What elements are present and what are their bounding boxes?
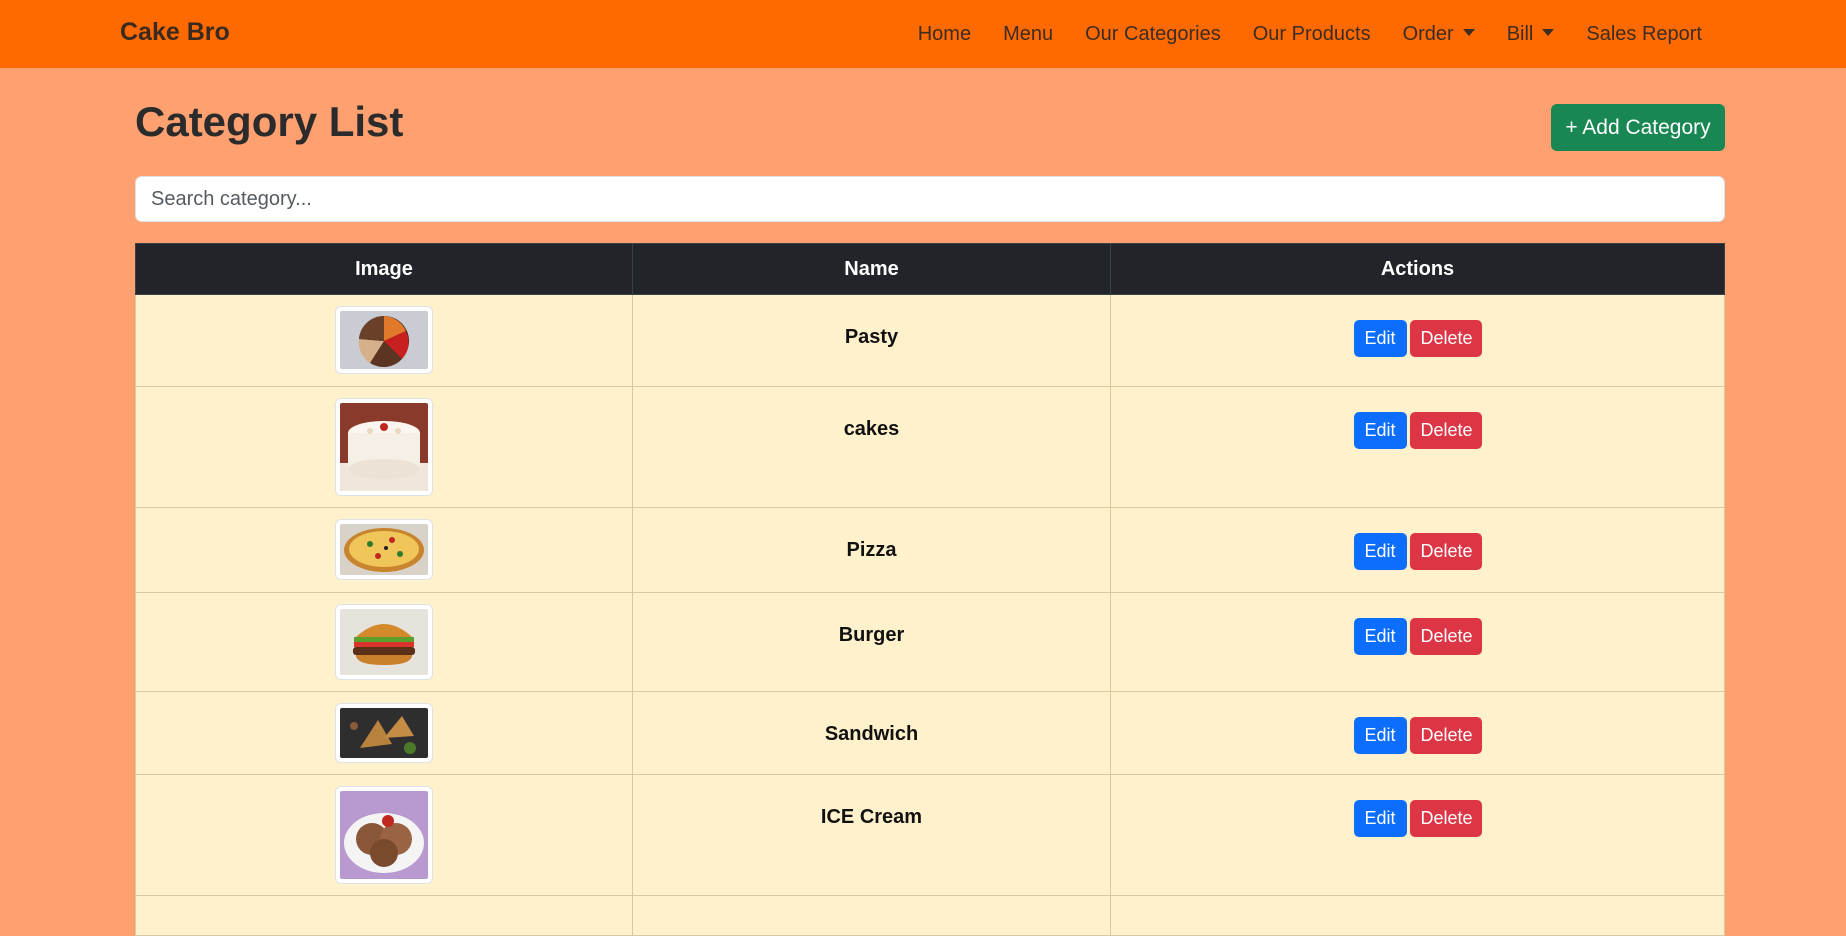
header-actions: Actions: [1110, 243, 1725, 295]
nav-links: Home Menu Our Categories Our Products Or…: [902, 0, 1718, 68]
image-cell: [135, 507, 633, 593]
burger-image: [335, 604, 433, 680]
image-cell: [135, 774, 633, 896]
name-cell: [632, 895, 1111, 936]
table-row: Pizza Edit Delete: [135, 507, 1725, 593]
edit-button[interactable]: Edit: [1353, 412, 1407, 449]
actions-cell: Edit Delete: [1110, 691, 1725, 775]
ice-cream-image: [335, 786, 433, 884]
actions-cell: [1110, 895, 1725, 936]
name-cell: ICE Cream: [632, 774, 1111, 896]
edit-button[interactable]: Edit: [1353, 717, 1407, 754]
nav-sales-report-label: Sales Report: [1586, 22, 1702, 45]
table-row: ICE Cream Edit Delete: [135, 774, 1725, 896]
nav-bill-dropdown[interactable]: Bill: [1491, 23, 1571, 46]
table-row: Pasty Edit Delete: [135, 294, 1725, 387]
pastry-image: [335, 306, 433, 374]
image-cell: [135, 592, 633, 692]
edit-button[interactable]: Edit: [1353, 320, 1407, 357]
cake-image: [335, 398, 433, 496]
delete-button[interactable]: Delete: [1409, 800, 1482, 837]
page-title: Category List: [135, 98, 404, 145]
nav-our-products-label: Our Products: [1252, 22, 1371, 45]
header-name: Name: [632, 243, 1111, 295]
name-cell: cakes: [632, 386, 1111, 508]
image-cell: [135, 386, 633, 508]
nav-our-products[interactable]: Our Products: [1237, 23, 1387, 46]
delete-button[interactable]: Delete: [1409, 412, 1482, 449]
delete-button[interactable]: Delete: [1409, 717, 1482, 754]
actions-cell: Edit Delete: [1110, 294, 1725, 387]
image-cell: [135, 294, 633, 387]
header-image: Image: [135, 243, 633, 295]
search-category-input[interactable]: [135, 176, 1725, 222]
nav-order-dropdown[interactable]: Order: [1387, 23, 1491, 46]
add-category-button[interactable]: + Add Category: [1551, 104, 1725, 151]
name-cell: Sandwich: [632, 691, 1111, 775]
category-table: Image Name Actions Pasty Edit Delete cak…: [135, 243, 1725, 936]
nav-menu[interactable]: Menu: [987, 23, 1069, 46]
nav-our-categories[interactable]: Our Categories: [1069, 23, 1237, 46]
nav-order-label: Order: [1402, 22, 1454, 45]
table-row: Burger Edit Delete: [135, 592, 1725, 692]
actions-cell: Edit Delete: [1110, 507, 1725, 593]
navbar: Cake Bro Home Menu Our Categories Our Pr…: [0, 0, 1846, 68]
actions-cell: Edit Delete: [1110, 774, 1725, 896]
table-header-row: Image Name Actions: [135, 243, 1725, 295]
delete-button[interactable]: Delete: [1409, 320, 1482, 357]
image-cell: [135, 691, 633, 775]
edit-button[interactable]: Edit: [1353, 618, 1407, 655]
delete-button[interactable]: Delete: [1409, 618, 1482, 655]
brand-logo[interactable]: Cake Bro: [120, 18, 230, 47]
edit-button[interactable]: Edit: [1353, 533, 1407, 570]
nav-sales-report[interactable]: Sales Report: [1570, 23, 1718, 46]
name-cell: Pizza: [632, 507, 1111, 593]
edit-button[interactable]: Edit: [1353, 800, 1407, 837]
caret-down-icon: [1462, 28, 1475, 36]
nav-bill-label: Bill: [1506, 22, 1534, 45]
nav-home[interactable]: Home: [902, 23, 987, 46]
nav-home-label: Home: [917, 22, 972, 45]
nav-our-categories-label: Our Categories: [1085, 22, 1221, 45]
image-cell: [135, 895, 633, 936]
caret-down-icon: [1542, 28, 1555, 36]
nav-menu-label: Menu: [1003, 22, 1054, 45]
name-cell: Burger: [632, 592, 1111, 692]
actions-cell: Edit Delete: [1110, 592, 1725, 692]
table-row: cakes Edit Delete: [135, 386, 1725, 508]
table-row: [135, 895, 1725, 936]
delete-button[interactable]: Delete: [1409, 533, 1482, 570]
table-row: Sandwich Edit Delete: [135, 691, 1725, 775]
actions-cell: Edit Delete: [1110, 386, 1725, 508]
sandwich-image: [335, 703, 433, 763]
name-cell: Pasty: [632, 294, 1111, 387]
pizza-image: [335, 519, 433, 580]
